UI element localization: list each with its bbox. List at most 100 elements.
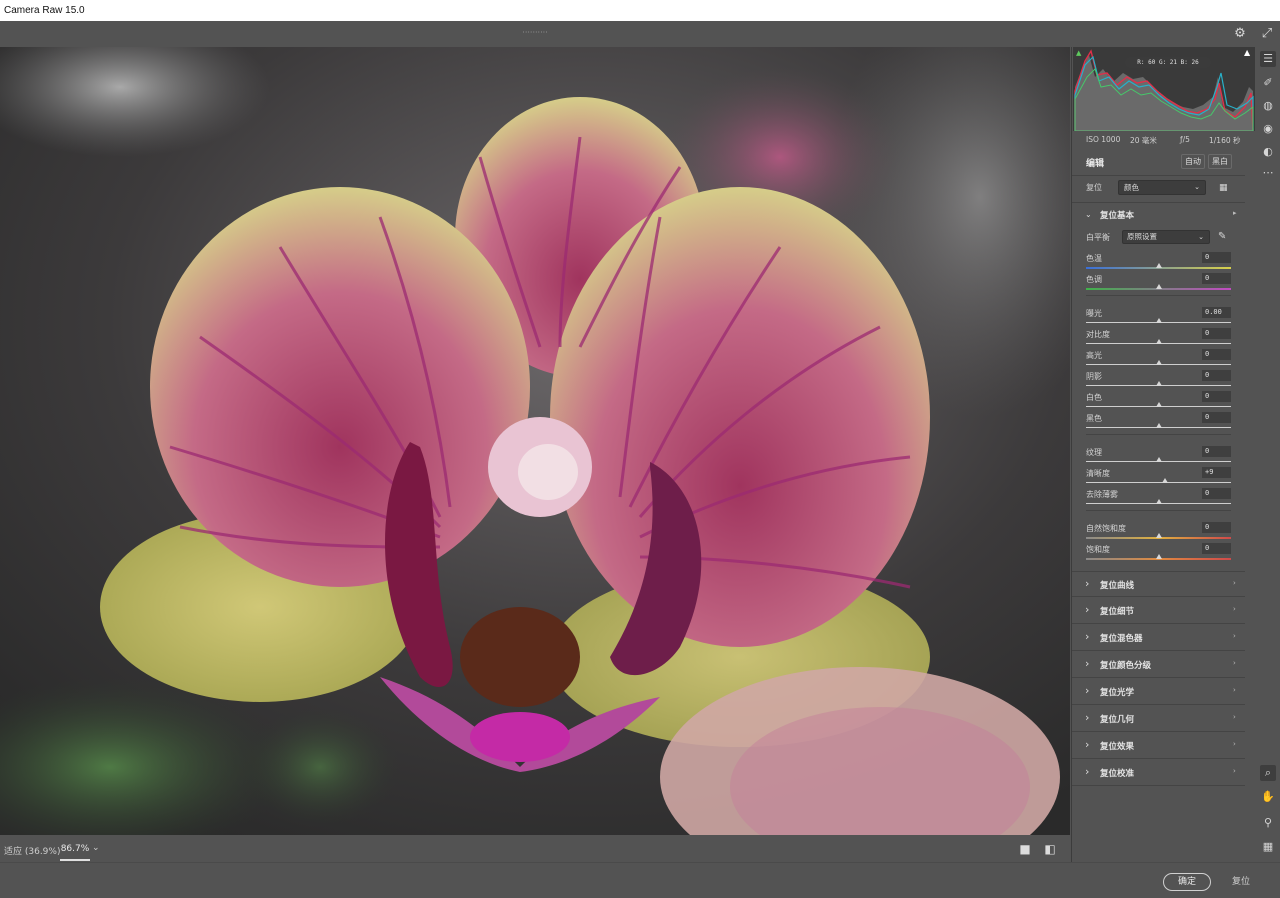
section-basic[interactable]: ⌄ 复位基本 ▸ [1072,202,1245,228]
shadow-clip-warning-icon[interactable]: ▲ [1076,49,1084,57]
section-header[interactable]: › 复位几何 › [1072,706,1245,732]
slider-label: 纹理 [1086,448,1102,457]
slider-value-input[interactable]: 0 [1202,446,1231,457]
black-white-button[interactable]: 黑白 [1208,154,1232,169]
slider-track[interactable] [1086,482,1231,483]
zoom-fit-button[interactable]: 适应 (36.9%) [4,844,60,857]
highlight-clip-warning-icon[interactable]: ▲ [1244,48,1253,57]
slider-row: 清晰度 +9 [1072,466,1245,487]
rgb-readout: R: 60 G: 21 B: 26 [1125,57,1211,68]
eyedropper-icon[interactable]: ✎ [1218,231,1230,243]
zoom-icon[interactable]: ⌕ [1260,765,1276,781]
slider-thumb[interactable] [1155,402,1162,407]
auto-button[interactable]: 自动 [1181,154,1205,169]
slider-thumb[interactable] [1155,360,1162,365]
chevron-right-icon: › [1085,765,1090,778]
exif-shutter: 1/160 秒 [1209,136,1241,145]
section-menu-icon[interactable]: › [1233,579,1236,587]
compare-view-icon[interactable]: ◧ [1043,842,1057,856]
section-header[interactable]: › 复位混色器 › [1072,625,1245,651]
slider-thumb[interactable] [1155,554,1162,559]
slider-thumb[interactable] [1155,499,1162,504]
tool-rail: ☰ ✐ ◍ ◉ ◐ ⋯ ⌕ ✋ ⚲ ▦ [1256,47,1280,862]
gear-icon[interactable]: ⚙ [1232,26,1248,42]
slider-thumb[interactable] [1155,381,1162,386]
slider-value-input[interactable]: 0 [1202,522,1231,533]
slider-value-input[interactable]: +9 [1202,467,1231,478]
section-menu-icon[interactable]: ▸ [1233,209,1237,217]
section-header[interactable]: › 复位细节 › [1072,598,1245,624]
hand-icon[interactable]: ✋ [1260,789,1276,805]
slider-label: 自然饱和度 [1086,524,1126,533]
section-menu-icon[interactable]: › [1233,740,1236,748]
reset-button[interactable]: 复位 [1228,873,1254,891]
slider-value-input[interactable]: 0 [1202,370,1231,381]
slider-value-input[interactable]: 0 [1202,391,1231,402]
chevron-right-icon: › [1085,577,1090,590]
profile-select[interactable]: 颜色 ⌄ [1118,180,1206,195]
image-canvas[interactable] [0,47,1070,835]
section-header[interactable]: › 复位校准 › [1072,760,1245,786]
white-balance-row: 白平衡 原照设置 ⌄ ✎ [1072,228,1257,246]
slider-value-input[interactable]: 0.00 [1202,307,1231,318]
ok-button[interactable]: 确定 [1163,873,1211,891]
slider-thumb[interactable] [1155,339,1162,344]
slider-value-input[interactable]: 0 [1202,252,1231,263]
color-sampler-icon[interactable]: ⚲ [1260,815,1276,831]
section-header-label: 复位混色器 [1100,634,1143,644]
edit-sliders-icon[interactable]: ☰ [1260,51,1276,67]
healing-brush-icon[interactable]: ✐ [1260,75,1276,91]
divider [1086,434,1231,435]
red-eye-icon[interactable]: ◉ [1260,121,1276,137]
more-icon[interactable]: ⋯ [1260,165,1276,181]
edit-panel: ▲ ▲ R: 60 G: 21 B: 26 ISO 1000 20 毫米 ƒ/5… [1071,47,1256,862]
filename-label: ·········· [522,28,548,37]
expand-icon[interactable]: ⤢ [1259,26,1275,42]
window-title: Camera Raw 15.0 [0,0,1280,21]
chevron-down-icon[interactable]: ⌄ [92,843,100,853]
grid-overlay-icon[interactable]: ▦ [1260,839,1276,855]
slider-thumb[interactable] [1155,423,1162,428]
divider [1086,510,1231,511]
chevron-right-icon: › [1085,738,1090,751]
slider-value-input[interactable]: 0 [1202,273,1231,284]
profile-browser-icon[interactable]: ▦ [1219,182,1231,194]
slider-label: 黑色 [1086,414,1102,423]
bottom-zoom-bar: 适应 (36.9%) 86.7% ⌄ ■ ◧ [0,835,1070,862]
masking-icon[interactable]: ◍ [1260,98,1276,114]
section-header[interactable]: › 复位曲线 › [1072,571,1245,597]
divider [1072,175,1245,176]
section-header[interactable]: › 复位光学 › [1072,679,1245,705]
section-menu-icon[interactable]: › [1233,605,1236,613]
single-view-icon[interactable]: ■ [1018,842,1032,856]
slider-label: 曝光 [1086,309,1102,318]
slider-value-input[interactable]: 0 [1202,543,1231,554]
section-menu-icon[interactable]: › [1233,713,1236,721]
slider-row: 对比度 0 [1072,327,1245,348]
section-header-label: 复位颜色分级 [1100,661,1152,671]
slider-value-input[interactable]: 0 [1202,328,1231,339]
slider-value-input[interactable]: 0 [1202,412,1231,423]
edit-title: 编辑 [1086,159,1105,169]
section-menu-icon[interactable]: › [1233,767,1236,775]
slider-thumb[interactable] [1155,263,1162,268]
zoom-value[interactable]: 86.7% [60,839,90,861]
slider-row: 曝光 0.00 [1072,306,1245,327]
white-balance-select[interactable]: 原照设置 ⌄ [1122,230,1210,244]
chevron-right-icon: › [1085,657,1090,670]
slider-value-input[interactable]: 0 [1202,488,1231,499]
slider-thumb[interactable] [1155,318,1162,323]
section-menu-icon[interactable]: › [1233,686,1236,694]
slider-thumb[interactable] [1162,478,1169,483]
slider-value-input[interactable]: 0 [1202,349,1231,360]
section-menu-icon[interactable]: › [1233,632,1236,640]
slider-thumb[interactable] [1155,533,1162,538]
slider-thumb[interactable] [1155,284,1162,289]
white-balance-value: 原照设置 [1127,232,1157,241]
slider-thumb[interactable] [1155,457,1162,462]
section-header[interactable]: › 复位颜色分级 › [1072,652,1245,678]
section-menu-icon[interactable]: › [1233,659,1236,667]
section-header[interactable]: › 复位效果 › [1072,733,1245,759]
slider-label: 高光 [1086,351,1102,360]
presets-icon[interactable]: ◐ [1260,144,1276,160]
